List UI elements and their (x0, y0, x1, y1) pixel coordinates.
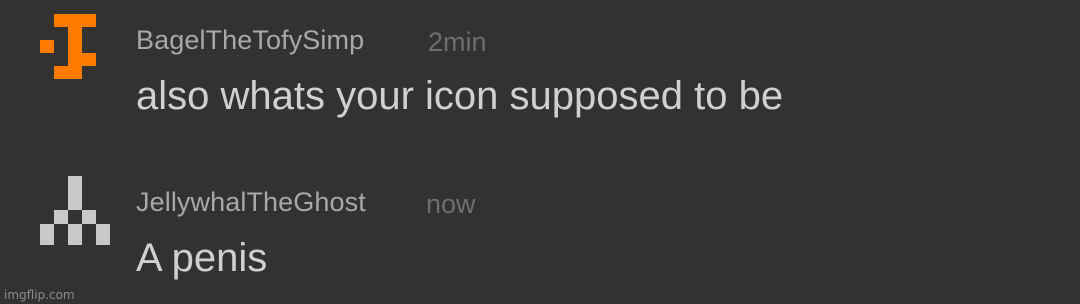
gray-pixel-stack-icon (40, 176, 110, 245)
comment-username[interactable]: JellywhalTheGhost (136, 187, 366, 218)
comment-timestamp: 2min (428, 27, 487, 57)
comment: JellywhalTheGhost now A penis (0, 150, 1080, 304)
comment-username[interactable]: BagelTheTofySimp (136, 25, 364, 56)
comment-message: A penis (136, 236, 268, 280)
comment-timestamp: now (426, 189, 476, 219)
user-avatar[interactable] (40, 176, 112, 248)
user-avatar[interactable] (40, 14, 112, 86)
watermark: imgflip.com (4, 288, 75, 302)
comment: BagelTheTofySimp 2min also whats your ic… (0, 0, 1080, 150)
comment-message: also whats your icon supposed to be (136, 74, 784, 118)
orange-pixel-cross-icon (40, 14, 96, 79)
